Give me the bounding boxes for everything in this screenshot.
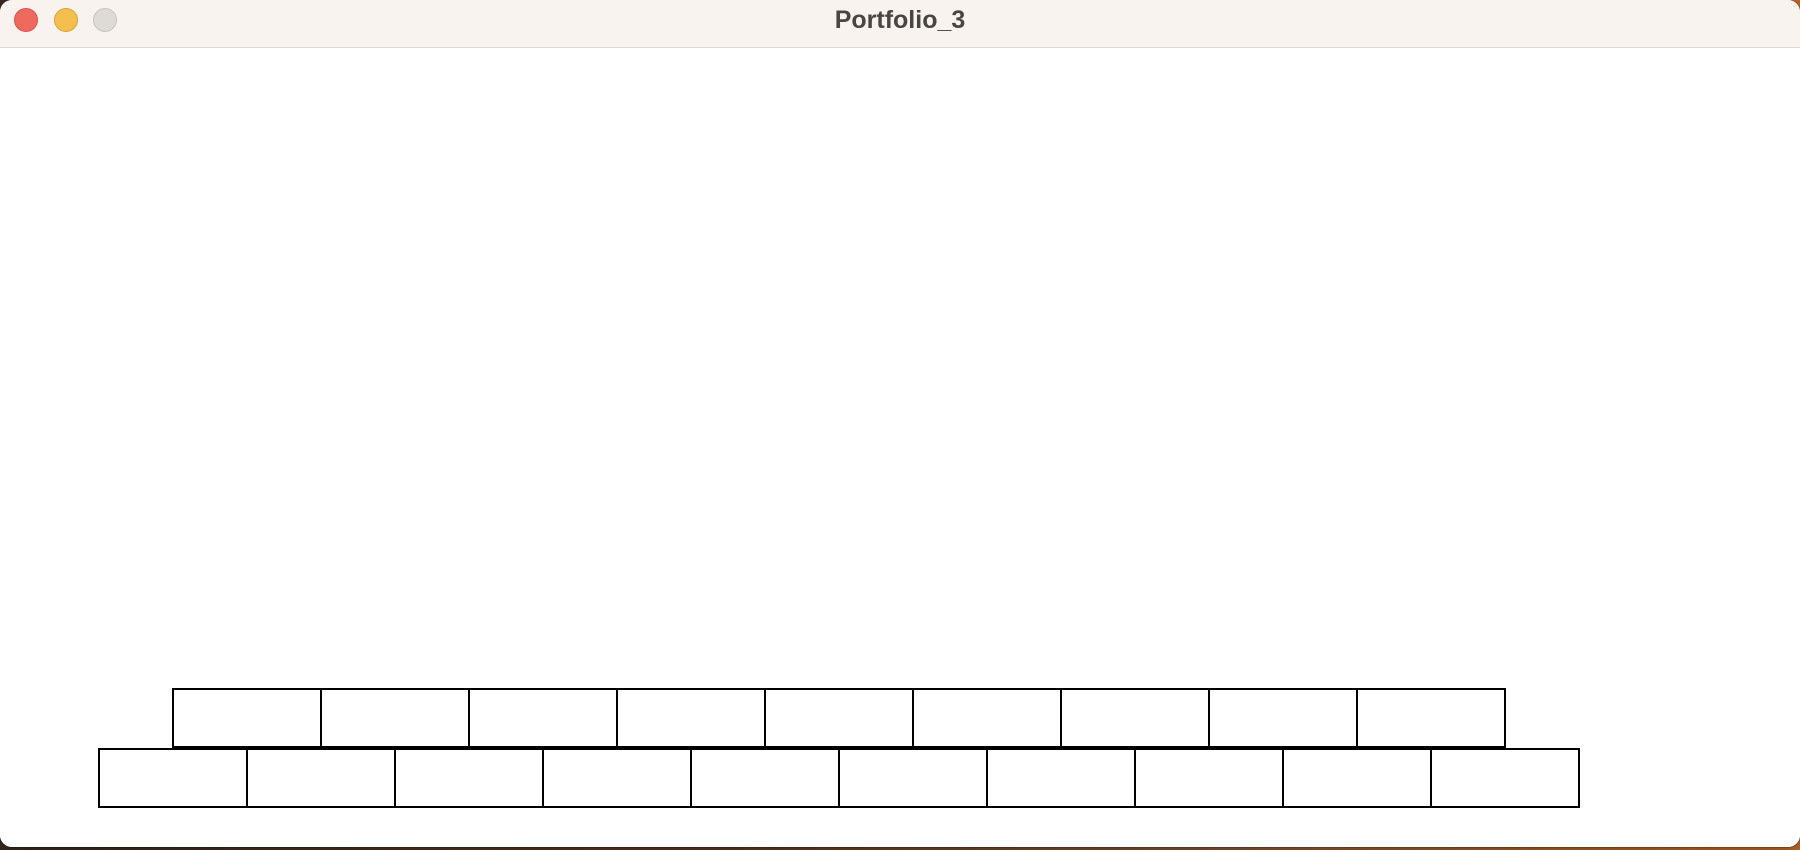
brick bbox=[690, 748, 840, 808]
brick bbox=[616, 688, 766, 748]
brick-row-bottom bbox=[98, 748, 1580, 808]
brick bbox=[1134, 748, 1284, 808]
brick bbox=[394, 748, 544, 808]
brick bbox=[468, 688, 618, 748]
brick bbox=[542, 748, 692, 808]
app-window: Portfolio_3 bbox=[0, 0, 1800, 847]
brick bbox=[1356, 688, 1506, 748]
drawing-canvas[interactable] bbox=[0, 48, 1800, 847]
brick bbox=[172, 688, 322, 748]
title-bar[interactable]: Portfolio_3 bbox=[0, 0, 1800, 48]
brick bbox=[1208, 688, 1358, 748]
brick bbox=[986, 748, 1136, 808]
brick bbox=[764, 688, 914, 748]
brick bbox=[98, 748, 248, 808]
brick bbox=[1060, 688, 1210, 748]
window-title: Portfolio_3 bbox=[834, 6, 966, 34]
brick-row-top bbox=[172, 688, 1506, 748]
brick bbox=[1282, 748, 1432, 808]
brick bbox=[912, 688, 1062, 748]
brick bbox=[838, 748, 988, 808]
brick bbox=[1430, 748, 1580, 808]
brick bbox=[320, 688, 470, 748]
brick bbox=[246, 748, 396, 808]
